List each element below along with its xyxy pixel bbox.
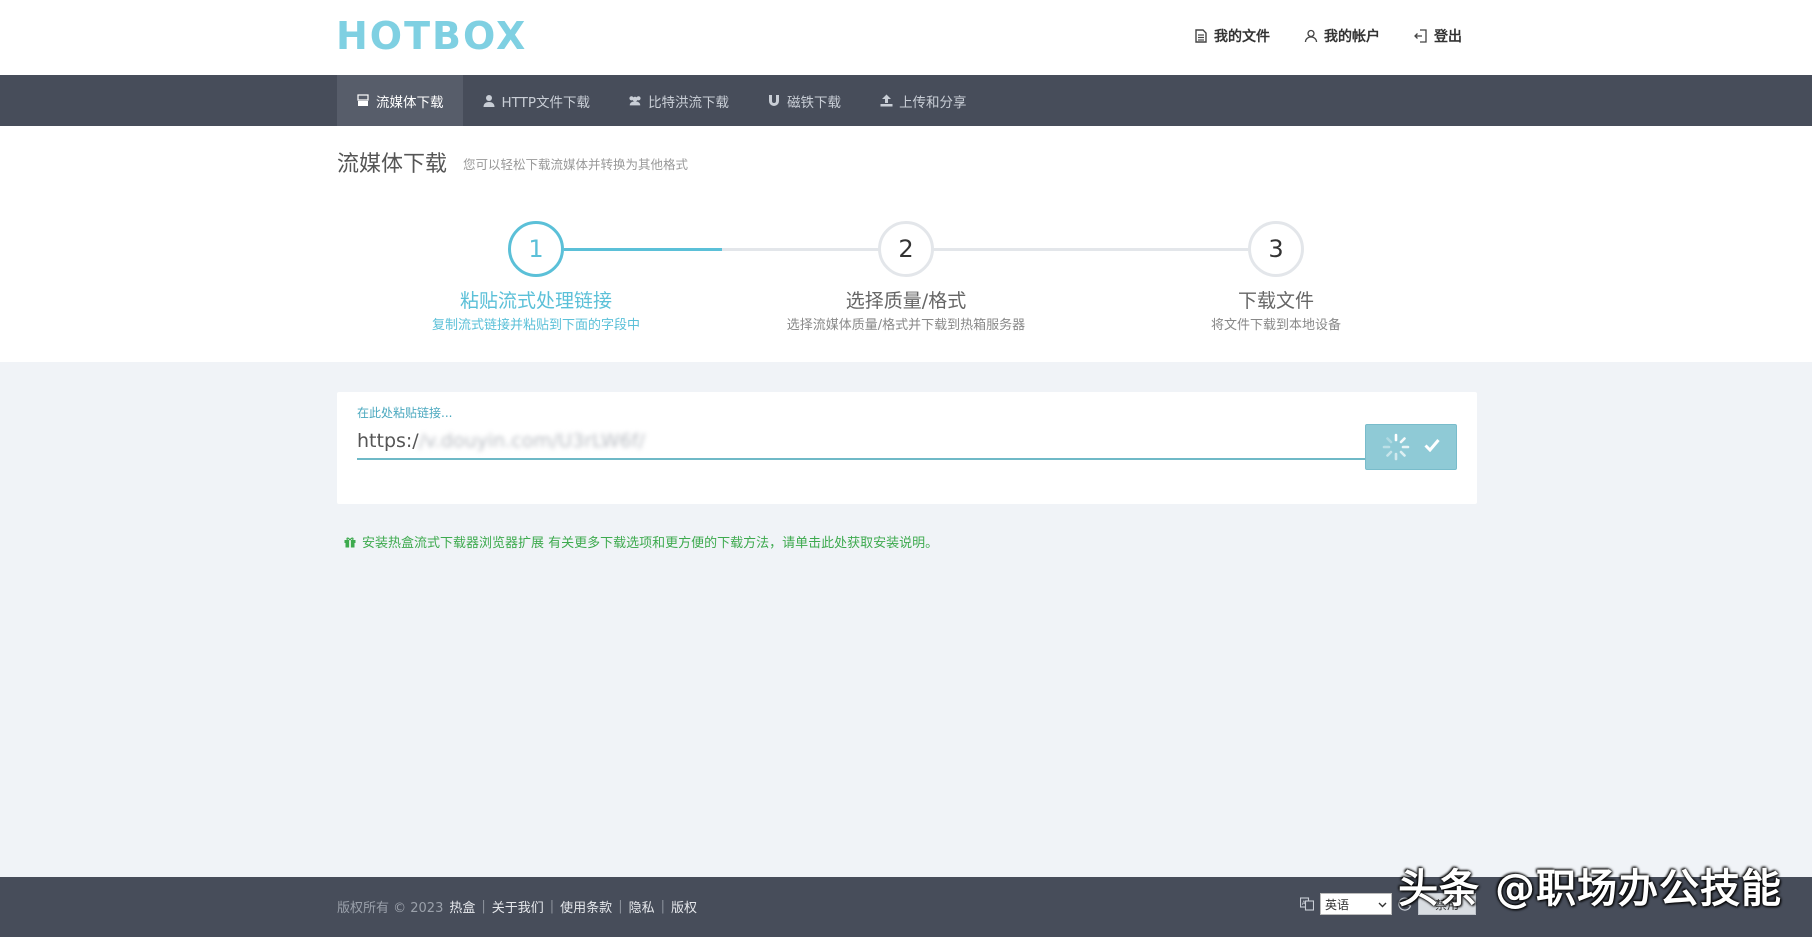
my-files-link[interactable]: 我的文件 — [1194, 26, 1270, 46]
footer-separator: | — [549, 899, 555, 914]
nav-magnet-download[interactable]: 磁铁下载 — [748, 75, 860, 126]
step-3-circle: 3 — [1248, 221, 1304, 277]
language-icon: A — [1299, 897, 1314, 911]
step-3-title: 下载文件 — [1237, 290, 1314, 312]
main-nav: 流媒体下载 HTTP文件下载 比特洪流下载 磁铁下载 上传和分享 — [0, 75, 1812, 126]
header-links: 我的文件 我的帐户 登出 — [1194, 26, 1462, 46]
nav-streaming-download[interactable]: 流媒体下载 — [337, 75, 463, 126]
logout-icon — [1414, 28, 1428, 44]
footer-copyright-link[interactable]: 版权 — [671, 897, 697, 916]
footer-about-link[interactable]: 关于我们 — [492, 897, 544, 916]
step-1-circle: 1 — [508, 221, 564, 277]
check-icon — [1424, 438, 1440, 456]
users-icon — [628, 94, 642, 108]
step-line-2-3 — [934, 248, 1248, 251]
logo[interactable]: HOTBOX — [336, 14, 527, 58]
language-select[interactable]: 英语 — [1319, 893, 1392, 915]
footer-brand-link[interactable]: 热盒 — [449, 897, 475, 916]
url-field-label: 在此处粘贴链接... — [357, 406, 453, 420]
logout-label: 登出 — [1434, 29, 1462, 45]
step-2-circle: 2 — [878, 221, 934, 277]
footer-separator: | — [618, 899, 623, 914]
step-2-desc: 选择流媒体质量/格式并下载到热箱服务器 — [786, 318, 1026, 333]
nav-magnet-label: 磁铁下载 — [787, 94, 842, 111]
nav-items: 流媒体下载 HTTP文件下载 比特洪流下载 磁铁下载 上传和分享 — [337, 75, 986, 126]
language-selected: 英语 — [1324, 897, 1349, 912]
url-value-prefix: https:/ — [357, 430, 419, 452]
my-account-label: 我的帐户 — [1324, 29, 1380, 45]
nav-torrent-download[interactable]: 比特洪流下载 — [609, 75, 748, 126]
user-icon — [482, 94, 496, 108]
logout-link[interactable]: 登出 — [1414, 26, 1462, 46]
file-icon — [1194, 28, 1208, 44]
spinner-icon — [1382, 433, 1410, 461]
chevron-down-icon — [1378, 897, 1387, 911]
nav-streaming-label: 流媒体下载 — [376, 94, 444, 111]
footer-terms-link[interactable]: 使用条款 — [560, 897, 612, 916]
nav-upload-share[interactable]: 上传和分享 — [860, 75, 986, 126]
footer-privacy-link[interactable]: 隐私 — [629, 897, 655, 916]
user-icon — [1304, 28, 1318, 44]
page-top: 流媒体下载 您可以轻松下载流媒体并转换为其他格式 1 2 3 粘贴流式处理链接 … — [0, 126, 1812, 362]
nav-http-download[interactable]: HTTP文件下载 — [463, 75, 610, 126]
url-input[interactable]: https://v.douyin.com/U3rLW6f/ — [357, 422, 1365, 460]
submit-button[interactable] — [1365, 424, 1457, 470]
page-title: 流媒体下载 — [337, 152, 448, 177]
copyright-text: 版权所有 © 2023 — [337, 901, 444, 916]
my-account-link[interactable]: 我的帐户 — [1304, 26, 1380, 46]
header: HOTBOX 我的文件 我的帐户 登出 — [0, 0, 1812, 75]
upload-icon — [879, 94, 893, 108]
nav-http-label: HTTP文件下载 — [501, 94, 591, 111]
url-value-blurred: /v.douyin.com/U3rLW6f/ — [418, 430, 645, 452]
url-input-card: 在此处粘贴链接... https://v.douyin.com/U3rLW6f/ — [337, 392, 1477, 504]
step-1-desc: 复制流式链接并粘贴到下面的字段中 — [431, 318, 640, 333]
nav-upload-label: 上传和分享 — [899, 94, 967, 111]
page: HOTBOX 我的文件 我的帐户 登出 流媒体下载 HTTP文件下载 比特洪流下… — [0, 0, 1812, 937]
page-subtitle: 您可以轻松下载流媒体并转换为其他格式 — [463, 157, 689, 172]
footer-separator: | — [660, 899, 665, 914]
footer-separator: | — [481, 899, 486, 914]
progress-steps: 1 2 3 粘贴流式处理链接 选择质量/格式 下载文件 复制流式链接并粘贴到下面… — [0, 218, 1812, 338]
extension-notice-link[interactable]: 安装热盒流式下载器浏览器扩展 有关更多下载选项和更方便的下载方法，请单击此处获取… — [344, 532, 938, 551]
step-progress-bar — [564, 248, 722, 251]
my-files-label: 我的文件 — [1214, 29, 1270, 45]
step-3-desc: 将文件下载到本地设备 — [1210, 318, 1341, 333]
extension-notice-text: 安装热盒流式下载器浏览器扩展 有关更多下载选项和更方便的下载方法，请单击此处获取… — [362, 536, 939, 551]
magnet-icon — [767, 94, 781, 108]
step-1-title: 粘贴流式处理链接 — [459, 290, 612, 312]
nav-torrent-label: 比特洪流下载 — [648, 94, 730, 111]
step-2-title: 选择质量/格式 — [845, 290, 967, 312]
gift-icon — [344, 536, 356, 548]
youtube-icon — [356, 94, 370, 108]
footer-links: 版权所有 © 2023 热盒 | 关于我们 | 使用条款 | 隐私 | 版权 — [337, 897, 697, 916]
watermark-text: 头条 @职场办公技能 — [1398, 866, 1782, 912]
